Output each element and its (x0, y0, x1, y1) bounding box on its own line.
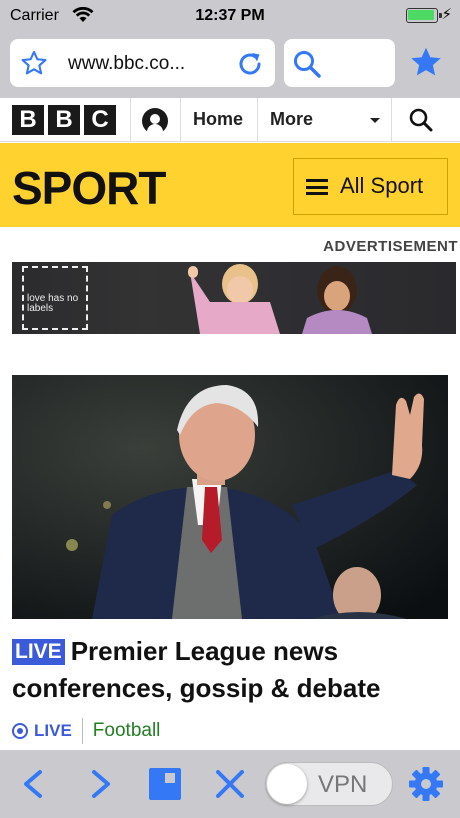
forward-icon[interactable] (84, 768, 116, 800)
sport-title[interactable]: SPORT (12, 161, 166, 215)
menu-icon (306, 179, 328, 195)
vpn-toggle-knob (267, 764, 307, 804)
browser-toolbar: www.bbc.co... (0, 32, 460, 96)
logo-letter: C (84, 105, 116, 135)
battery-icon (406, 8, 442, 23)
live-indicator-icon (12, 723, 28, 739)
all-sport-label: All Sport (340, 173, 424, 198)
close-icon[interactable] (214, 768, 246, 800)
bookmarks-star-icon[interactable] (408, 44, 444, 80)
ad-image-child (188, 264, 280, 334)
web-content: B B C Home More SPORT All Sport ADVERTIS… (0, 98, 460, 750)
url-text[interactable]: www.bbc.co... (68, 53, 185, 75)
status-bar: Carrier 12:37 PM ⚡ (0, 0, 460, 32)
article-hero-image[interactable] (12, 375, 448, 619)
vpn-toggle[interactable]: VPN (265, 762, 393, 806)
tabs-icon[interactable] (148, 767, 182, 801)
logo-letter: B (12, 105, 44, 135)
bottom-toolbar: VPN (0, 750, 460, 818)
clock: 12:37 PM (195, 7, 265, 24)
article-meta: LIVE Football (12, 718, 160, 744)
bbc-logo[interactable]: B B C (12, 105, 116, 135)
charging-bolt-icon: ⚡ (441, 6, 452, 23)
search-button[interactable] (284, 39, 395, 87)
divider (81, 718, 83, 744)
favorite-star-icon[interactable] (20, 49, 48, 77)
live-status: LIVE (34, 721, 72, 740)
bbc-navigation: B B C Home More (0, 98, 460, 142)
settings-gear-icon[interactable] (408, 766, 444, 802)
divider (180, 98, 181, 142)
advertisement-banner[interactable]: love has no labels (12, 262, 456, 334)
headline-text[interactable]: Premier League news conferences, gossip … (12, 636, 380, 703)
address-bar[interactable]: www.bbc.co... (10, 39, 275, 87)
back-icon[interactable] (18, 768, 50, 800)
divider (130, 98, 131, 142)
hero-photo (12, 375, 448, 619)
live-tag: LIVE (12, 639, 65, 665)
chevron-down-icon (370, 118, 380, 123)
vpn-label: VPN (318, 771, 368, 798)
divider (391, 98, 392, 142)
logo-letter: B (48, 105, 80, 135)
reload-icon[interactable] (235, 49, 265, 79)
ad-image-child (302, 266, 372, 334)
ad-logo-box: love has no labels (22, 266, 88, 330)
bbc-search-icon[interactable] (408, 107, 434, 133)
divider (257, 98, 258, 142)
search-icon (294, 51, 321, 78)
topic-link[interactable]: Football (93, 720, 161, 742)
article-headline[interactable]: LIVE Premier League news conferences, gos… (12, 633, 448, 707)
nav-more-link[interactable]: More (270, 109, 313, 130)
nav-home-link[interactable]: Home (193, 109, 243, 130)
account-icon[interactable] (142, 108, 168, 134)
all-sport-button[interactable]: All Sport (293, 158, 448, 215)
sport-header: SPORT All Sport (0, 143, 460, 227)
advertisement-label: ADVERTISEMENT (323, 238, 458, 255)
